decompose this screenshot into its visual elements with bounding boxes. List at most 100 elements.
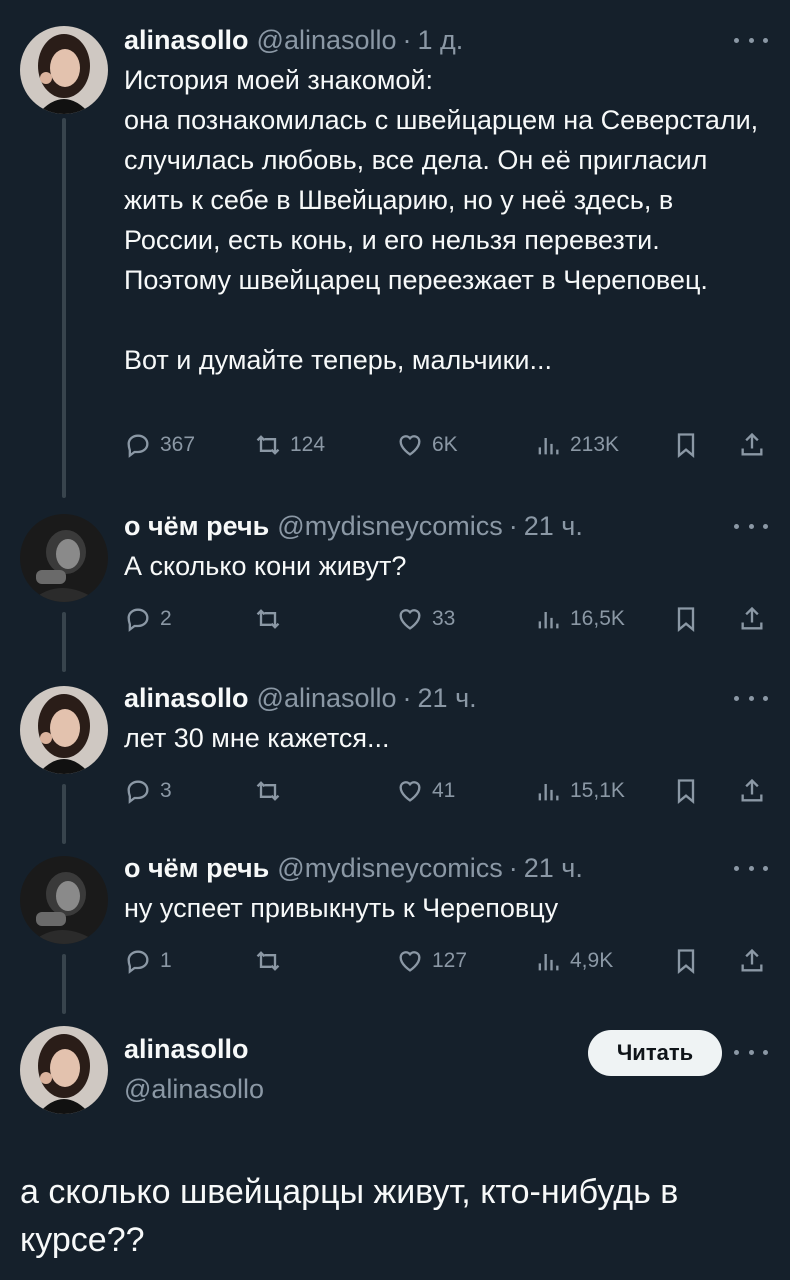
retweet-button[interactable]: 124	[254, 428, 325, 462]
like-count: 41	[432, 779, 456, 802]
bookmark-button[interactable]	[672, 602, 700, 636]
retweet-icon	[256, 435, 280, 455]
tweet-header: о чём речь @mydisneycomics · 21 ч.	[124, 508, 583, 544]
like-button[interactable]: 33	[396, 602, 455, 636]
thread-line	[62, 118, 66, 498]
author-name[interactable]: alinasollo	[124, 25, 249, 56]
reply-icon	[127, 780, 149, 804]
reply-icon	[127, 608, 149, 632]
heart-icon	[399, 435, 421, 456]
timestamp[interactable]: 21 ч.	[524, 511, 583, 542]
tweet-text: лет 30 мне кажется...	[124, 723, 390, 753]
retweet-icon	[256, 781, 280, 801]
avatar[interactable]	[20, 26, 108, 114]
timestamp[interactable]: 21 ч.	[524, 853, 583, 884]
woman-portrait-avatar-icon	[20, 1026, 108, 1114]
separator-dot: ·	[508, 510, 518, 541]
more-options-icon[interactable]	[734, 858, 768, 878]
reply-button[interactable]: 1	[124, 944, 172, 978]
author-handle[interactable]: @alinasollo	[124, 1074, 264, 1105]
more-options-icon[interactable]	[734, 1042, 768, 1062]
avatar[interactable]	[20, 686, 108, 774]
like-count: 127	[432, 949, 468, 972]
share-button[interactable]	[738, 774, 766, 808]
reply-button[interactable]: 3	[124, 774, 172, 808]
bookmark-icon	[677, 779, 695, 804]
avatar[interactable]	[20, 856, 108, 944]
heart-icon	[399, 609, 421, 630]
views-button[interactable]: 4,9K	[534, 944, 613, 978]
share-icon	[741, 432, 763, 456]
more-options-icon[interactable]	[734, 30, 768, 50]
views-icon	[538, 954, 559, 971]
retweet-button[interactable]	[254, 602, 290, 636]
reply-count: 2	[160, 607, 172, 630]
reply-button[interactable]: 2	[124, 602, 172, 636]
avatar[interactable]	[20, 514, 108, 602]
share-icon	[741, 606, 763, 630]
bookmark-button[interactable]	[672, 428, 700, 462]
follow-button[interactable]: Читать	[588, 1030, 722, 1076]
author-name[interactable]: alinasollo	[124, 683, 249, 714]
thread-line	[62, 954, 66, 1014]
share-button[interactable]	[738, 428, 766, 462]
separator-dot: ·	[402, 24, 412, 55]
views-count: 4,9K	[570, 949, 614, 972]
reply-icon	[127, 950, 149, 974]
like-count: 33	[432, 607, 456, 630]
tweet-actions: 367 124 6K 213K	[124, 428, 772, 462]
tweet-text: ну успеет привыкнуть к Череповцу	[124, 893, 559, 923]
tweet-text: А сколько кони живут?	[124, 551, 407, 581]
timestamp[interactable]: 1 д.	[418, 25, 464, 56]
retweet-button[interactable]	[254, 774, 290, 808]
more-options-icon[interactable]	[734, 516, 768, 536]
share-button[interactable]	[738, 944, 766, 978]
views-button[interactable]: 15,1K	[534, 774, 625, 808]
bookmark-button[interactable]	[672, 944, 700, 978]
like-button[interactable]: 41	[396, 774, 455, 808]
bookmark-button[interactable]	[672, 774, 700, 808]
avatar[interactable]	[20, 1026, 108, 1114]
thread-line	[62, 612, 66, 672]
more-options-icon[interactable]	[734, 688, 768, 708]
dark-portrait-avatar-icon	[20, 514, 108, 602]
tweet-text: История моей знакомой: она познакомилась…	[124, 65, 759, 375]
like-button[interactable]: 6K	[396, 428, 458, 462]
tweet-actions: 2 33 16,5K	[124, 602, 772, 636]
separator-dot: ·	[402, 682, 412, 713]
retweet-button[interactable]	[254, 944, 290, 978]
retweet-icon	[256, 951, 280, 971]
author-name[interactable]: о чём речь	[124, 511, 269, 542]
views-icon	[538, 784, 559, 801]
share-icon	[741, 948, 763, 972]
author-handle[interactable]: @mydisneycomics	[277, 853, 502, 884]
views-count: 213K	[570, 433, 620, 456]
views-button[interactable]: 213K	[534, 428, 619, 462]
views-icon	[538, 438, 559, 455]
author-handle[interactable]: @mydisneycomics	[277, 511, 502, 542]
tweet-actions: 3 41 15,1K	[124, 774, 772, 808]
tweet-header: alinasollo @alinasollo · 1 д.	[124, 22, 463, 58]
bookmark-icon	[677, 607, 695, 632]
timestamp[interactable]: 21 ч.	[418, 683, 477, 714]
author-handle[interactable]: @alinasollo	[257, 25, 397, 56]
author-name[interactable]: alinasollo	[124, 1034, 249, 1065]
author-name[interactable]: о чём речь	[124, 853, 269, 884]
views-icon	[538, 612, 559, 629]
reply-icon	[127, 434, 149, 458]
retweet-count: 124	[290, 433, 326, 456]
woman-portrait-avatar-icon	[20, 26, 108, 114]
reply-button[interactable]: 367	[124, 428, 195, 462]
views-count: 15,1K	[570, 779, 625, 802]
share-button[interactable]	[738, 602, 766, 636]
heart-icon	[399, 951, 421, 972]
like-count: 6K	[432, 433, 458, 456]
views-button[interactable]: 16,5K	[534, 602, 625, 636]
separator-dot: ·	[508, 852, 518, 883]
reply-count: 3	[160, 779, 172, 802]
like-button[interactable]: 127	[396, 944, 467, 978]
heart-icon	[399, 781, 421, 802]
author-handle[interactable]: @alinasollo	[257, 683, 397, 714]
tweet-actions: 1 127 4,9K	[124, 944, 772, 978]
views-count: 16,5K	[570, 607, 625, 630]
